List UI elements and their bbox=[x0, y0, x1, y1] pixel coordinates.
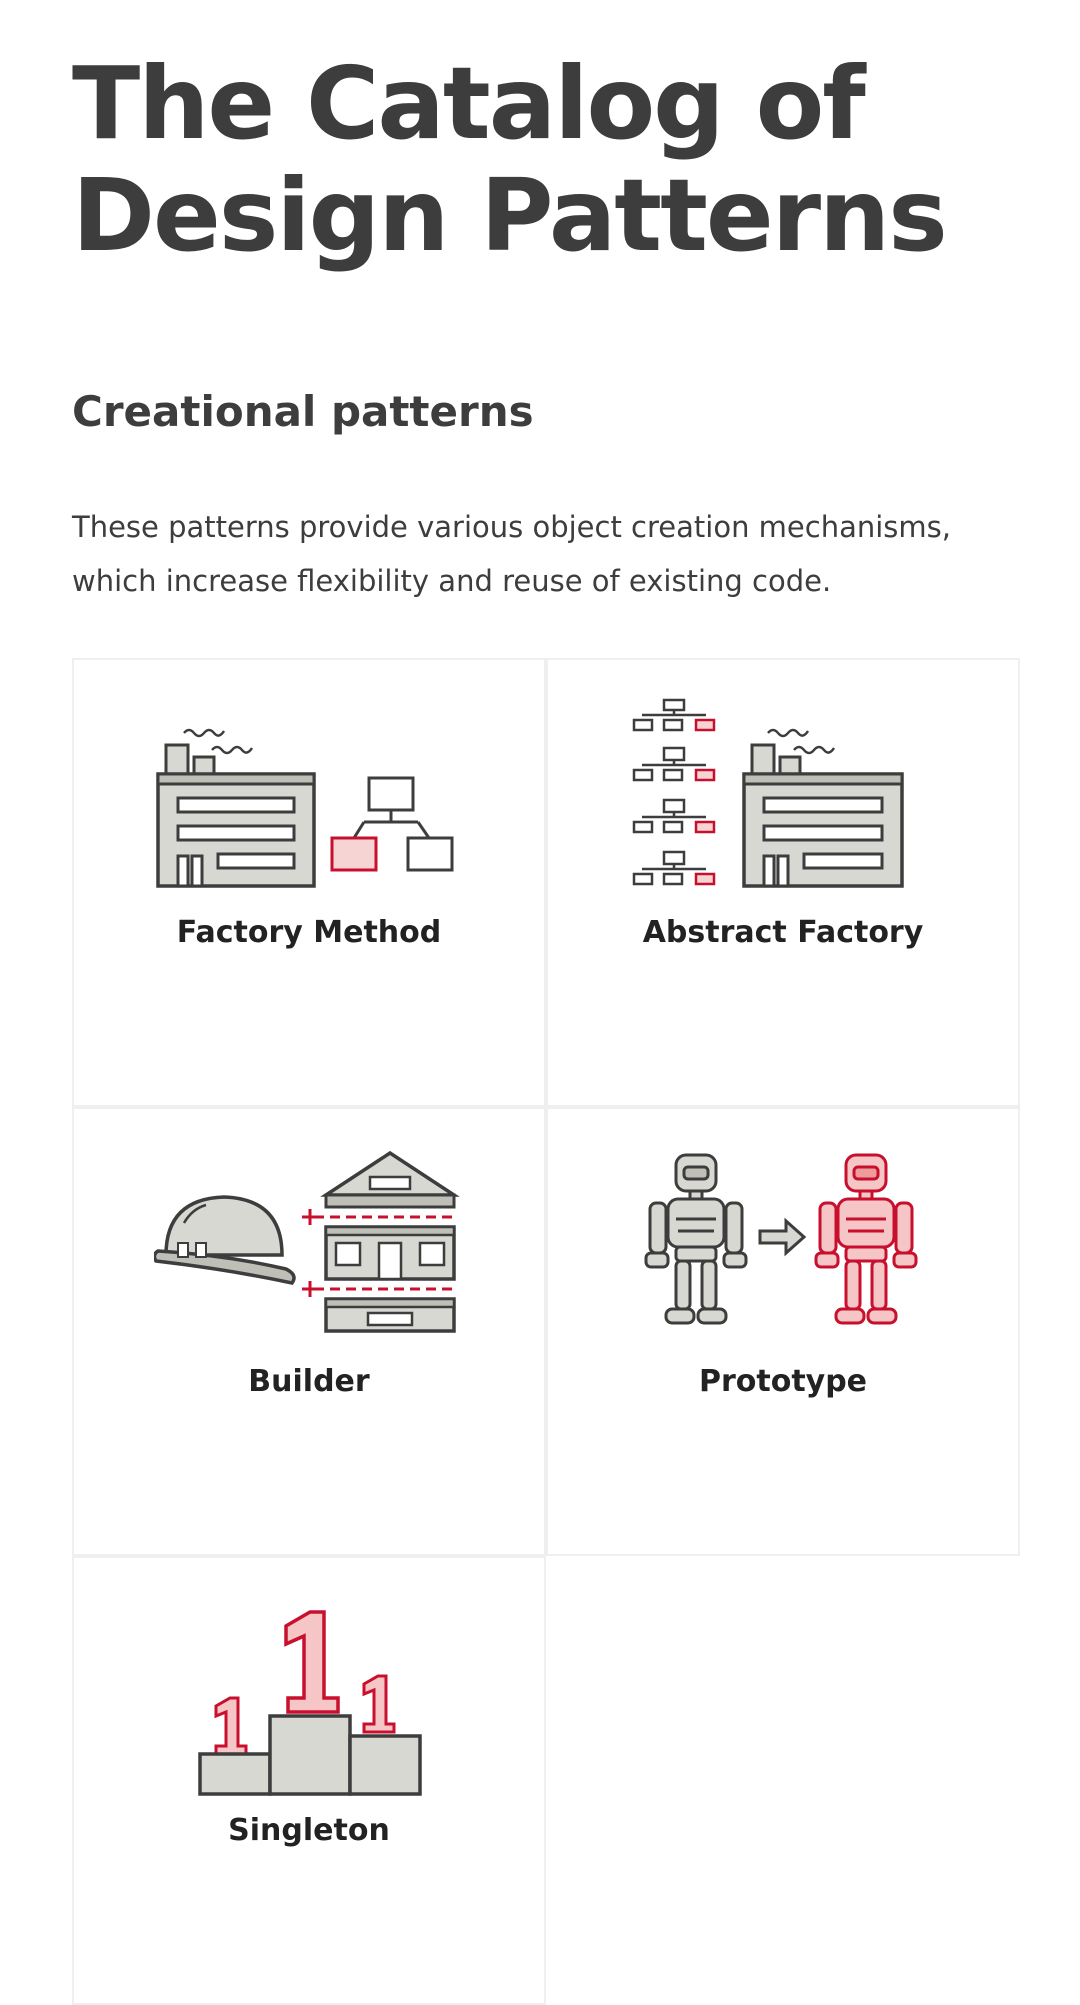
pattern-card-prototype[interactable]: Prototype bbox=[546, 1107, 1020, 1556]
page-content: The Catalog of Design Patterns Creationa… bbox=[72, 0, 1022, 2005]
page-title: The Catalog of Design Patterns bbox=[72, 0, 1022, 272]
section-description: These patterns provide various object cr… bbox=[72, 500, 1022, 608]
factory-method-icon bbox=[156, 728, 454, 888]
abstract-factory-icon bbox=[632, 698, 904, 888]
pattern-card-factory-method[interactable]: Factory Method bbox=[72, 658, 546, 1107]
section-description-line-1: These patterns provide various object cr… bbox=[72, 510, 951, 544]
pattern-card-abstract-factory[interactable]: Abstract Factory bbox=[546, 658, 1020, 1107]
builder-icon bbox=[154, 1150, 460, 1333]
section-description-line-2: which increase flexibility and reuse of … bbox=[72, 564, 832, 598]
page-title-line-1: The Catalog of bbox=[72, 45, 866, 162]
pattern-card-label: Builder bbox=[248, 1364, 370, 1399]
page-title-line-2: Design Patterns bbox=[72, 157, 948, 274]
pattern-card-label: Abstract Factory bbox=[642, 915, 924, 950]
section-title: Creational patterns bbox=[72, 387, 534, 436]
pattern-card-singleton[interactable]: Singleton bbox=[72, 1556, 546, 2005]
pattern-card-label: Factory Method bbox=[176, 915, 442, 950]
pattern-card-label: Prototype bbox=[698, 1364, 868, 1399]
prototype-icon bbox=[644, 1153, 918, 1325]
pattern-card-label: Singleton bbox=[228, 1813, 390, 1848]
singleton-icon bbox=[198, 1610, 422, 1796]
pattern-card-builder[interactable]: Builder bbox=[72, 1107, 546, 1556]
